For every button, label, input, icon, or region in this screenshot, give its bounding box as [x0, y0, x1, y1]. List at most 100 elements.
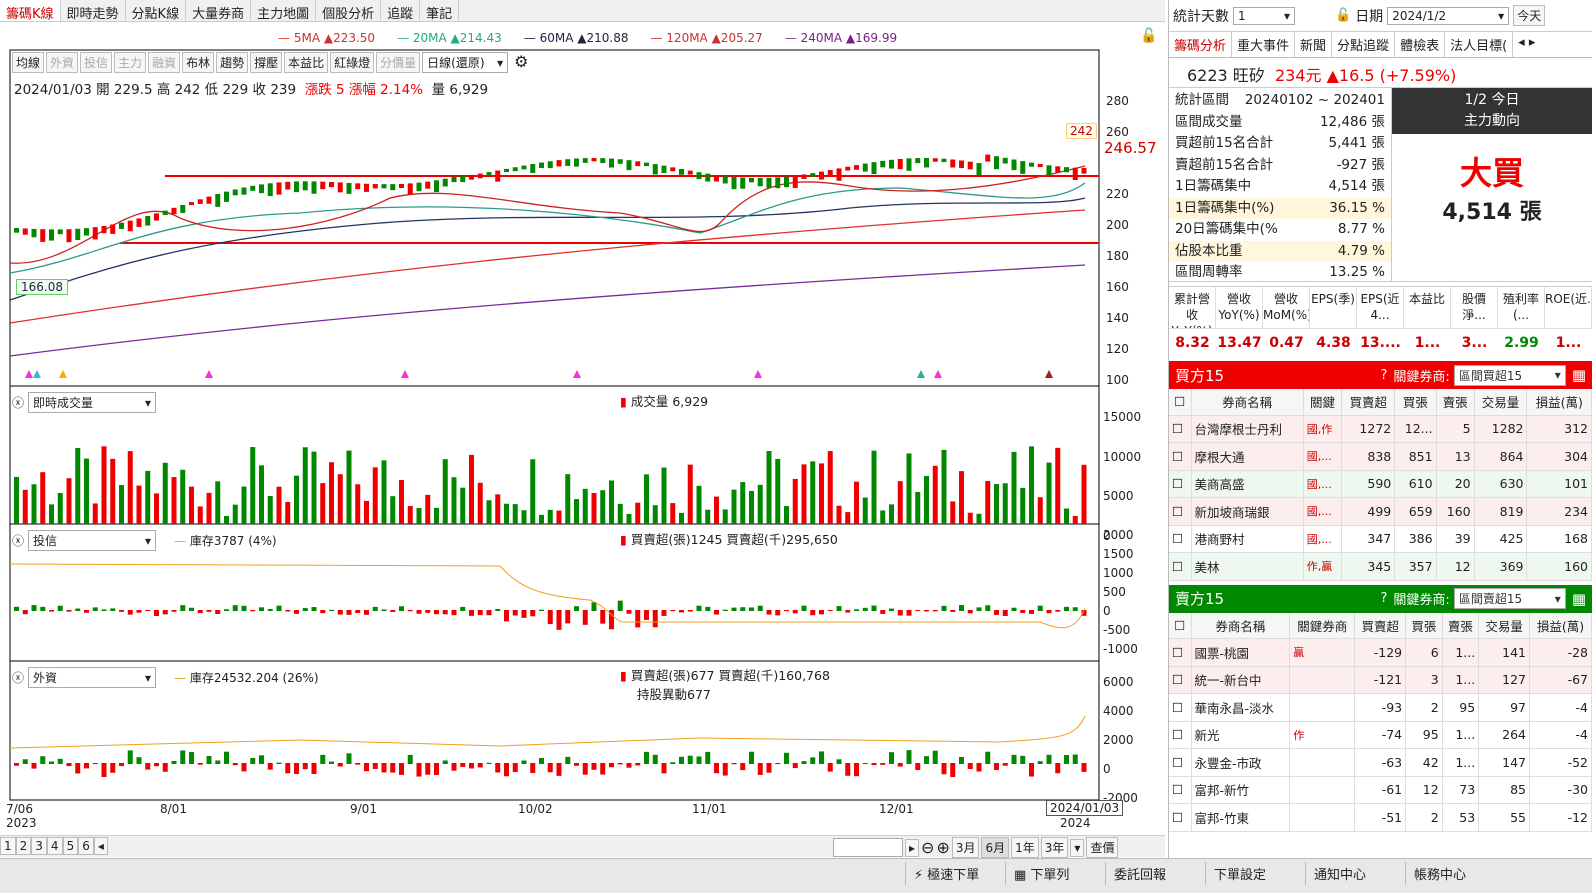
row-checkbox[interactable]: ☐ [1169, 415, 1192, 443]
page-1[interactable]: 1 [0, 837, 16, 855]
range-6m[interactable]: 6月 [981, 837, 1010, 858]
tab-scroll-icon[interactable]: ◂ ▸ [1513, 32, 1540, 57]
row-checkbox[interactable]: ☐ [1169, 803, 1192, 832]
help-icon[interactable]: ? [1381, 368, 1388, 383]
page-4[interactable]: 4 [46, 837, 63, 855]
page-5[interactable]: 5 [62, 837, 79, 855]
table-row[interactable]: ☐ 富邦-新竹 -61 12 73 85 -30 [1169, 776, 1592, 804]
range-3m[interactable]: 3月 [951, 837, 980, 858]
row-checkbox[interactable]: ☐ [1169, 748, 1192, 777]
chart-scrollbar[interactable] [833, 838, 903, 857]
range-1y[interactable]: 1年 [1011, 837, 1039, 858]
col-header[interactable]: 交易量 [1478, 612, 1531, 639]
table-row[interactable]: ☐ 永豐金-市政 -63 42 1... 147 -52 [1169, 748, 1592, 777]
row-checkbox[interactable]: ☐ [1169, 442, 1192, 471]
col-header[interactable]: 買張 [1405, 612, 1443, 639]
foreign-select[interactable]: 外資 ▾ [28, 667, 157, 688]
btn-trust[interactable]: 投信 [80, 52, 113, 73]
table-row[interactable]: ☐ 國票-桃園贏 -129 6 1... 141 -28 [1169, 638, 1592, 667]
tab-stock-analysis[interactable]: 個股分析 [316, 0, 382, 22]
lock-icon[interactable]: 🔓 [1335, 8, 1351, 23]
stat-days-select[interactable]: 1 ▾ [1233, 6, 1295, 25]
select-all-checkbox[interactable]: ☐ [1169, 612, 1192, 639]
table-row[interactable]: ☐ 統一-新台中 -121 3 1... 127 -67 [1169, 666, 1592, 694]
scroll-left-icon[interactable]: ◂ [93, 837, 108, 855]
fast-order-button[interactable]: ⚡ 極速下單 [905, 862, 987, 885]
row-checkbox[interactable]: ☐ [1169, 638, 1192, 667]
col-header[interactable]: 買賣超 [1354, 612, 1407, 639]
rtab-health[interactable]: 體檢表 [1395, 32, 1446, 57]
vol-select[interactable]: 即時成交量 ▾ [28, 392, 157, 413]
row-checkbox[interactable]: ☐ [1169, 552, 1192, 581]
today-button[interactable]: 今天 [1513, 5, 1546, 26]
select-all-checkbox[interactable]: ☐ [1169, 389, 1192, 416]
tab-main-map[interactable]: 主力地圖 [251, 0, 317, 22]
col-header[interactable]: 關鍵券商 [1289, 612, 1356, 639]
btn-bollinger[interactable]: 布林 [182, 52, 215, 73]
table-row[interactable]: ☐ 美林 作,贏 345 357 12 369 160 [1169, 552, 1592, 581]
buy-range-select[interactable]: 區間買超15 ▾ [1453, 364, 1566, 386]
price-query-button[interactable]: 查價 [1086, 837, 1119, 858]
close-icon[interactable]: ⓧ [12, 532, 24, 549]
col-header[interactable]: 關鍵 [1303, 389, 1343, 416]
row-checkbox[interactable]: ☐ [1169, 666, 1192, 694]
table-row[interactable]: ☐ 摩根大通 國,... 838 851 13 864 304 [1169, 442, 1592, 471]
col-header[interactable]: 交易量 [1474, 389, 1528, 416]
gear-icon[interactable]: ⚙ [514, 52, 528, 73]
col-header[interactable]: 買賣超 [1341, 389, 1396, 416]
order-report-button[interactable]: 委託回報 [1105, 862, 1174, 885]
btn-foreign[interactable]: 外資 [46, 52, 79, 73]
range-3y[interactable]: 3年 [1040, 837, 1069, 858]
tab-chip-kline[interactable]: 籌碼K線 [0, 0, 61, 22]
row-checkbox[interactable]: ☐ [1169, 525, 1192, 553]
notify-center-button[interactable]: 通知中心 [1305, 862, 1374, 885]
table-row[interactable]: ☐ 新加坡商瑞銀 國,... 499 659 160 819 234 [1169, 497, 1592, 526]
range-menu-icon[interactable]: ▾ [1070, 838, 1085, 857]
zoom-in-icon[interactable]: ⊕ [936, 838, 949, 857]
table-row[interactable]: ☐ 台灣摩根士丹利 國,作 1272 12... 5 1282 312 [1169, 415, 1592, 443]
table-row[interactable]: ☐ 港商野村 國,... 347 386 39 425 168 [1169, 525, 1592, 553]
tab-realtime[interactable]: 即時走勢 [61, 0, 126, 22]
col-header[interactable]: 損益(萬) [1526, 389, 1592, 416]
row-checkbox[interactable]: ☐ [1169, 721, 1192, 749]
close-icon[interactable]: ⓧ [12, 669, 24, 686]
grid-icon[interactable]: ▦ [1572, 590, 1586, 608]
scroll-right-icon[interactable]: ▸ [905, 838, 920, 857]
row-checkbox[interactable]: ☐ [1169, 470, 1192, 498]
lock-icon[interactable]: 🔓 [1140, 28, 1157, 44]
period-select[interactable]: 日線(還原) ▾ [422, 52, 509, 73]
btn-support[interactable]: 撐壓 [250, 52, 283, 73]
page-6[interactable]: 6 [78, 837, 94, 855]
table-row[interactable]: ☐ 新光作 -74 95 1... 264 -4 [1169, 721, 1592, 749]
btn-price-vol[interactable]: 分價量 [376, 52, 421, 73]
col-header[interactable]: 買張 [1394, 389, 1437, 416]
grid-icon[interactable]: ▦ [1572, 366, 1586, 384]
col-header[interactable]: 券商名稱 [1191, 389, 1304, 416]
order-settings-button[interactable]: 下單設定 [1205, 862, 1274, 885]
tab-branch-kline[interactable]: 分點K線 [126, 0, 187, 22]
trust-select[interactable]: 投信 ▾ [28, 530, 157, 551]
col-header[interactable]: 券商名稱 [1191, 612, 1291, 639]
rtab-target[interactable]: 法人目標( [1445, 32, 1514, 57]
table-row[interactable]: ☐ 華南永昌-淡水 -93 2 95 97 -4 [1169, 693, 1592, 722]
table-row[interactable]: ☐ 美商高盛 國,... 590 610 20 630 101 [1169, 470, 1592, 498]
rtab-events[interactable]: 重大事件 [1232, 32, 1296, 57]
row-checkbox[interactable]: ☐ [1169, 776, 1192, 804]
row-checkbox[interactable]: ☐ [1169, 497, 1192, 526]
btn-traffic[interactable]: 紅綠燈 [330, 52, 375, 73]
tab-notes[interactable]: 筆記 [420, 0, 460, 22]
close-icon[interactable]: ⓧ [12, 394, 24, 411]
help-icon[interactable]: ? [1381, 591, 1388, 606]
row-checkbox[interactable]: ☐ [1169, 693, 1192, 722]
table-row[interactable]: ☐ 富邦-竹東 -51 2 53 55 -12 [1169, 803, 1592, 832]
col-header[interactable]: 賣張 [1442, 612, 1480, 639]
page-3[interactable]: 3 [31, 837, 47, 855]
sell-range-select[interactable]: 區間賣超15 ▾ [1453, 588, 1566, 609]
zoom-out-icon[interactable]: ⊖ [921, 838, 934, 857]
rtab-chip[interactable]: 籌碼分析 [1169, 32, 1233, 57]
col-header[interactable]: 損益(萬) [1529, 612, 1592, 639]
col-header[interactable]: 賣張 [1436, 389, 1475, 416]
tab-big-broker[interactable]: 大量券商 [186, 0, 252, 22]
btn-margin[interactable]: 融資 [148, 52, 181, 73]
account-center-button[interactable]: 帳務中心 [1405, 862, 1474, 885]
